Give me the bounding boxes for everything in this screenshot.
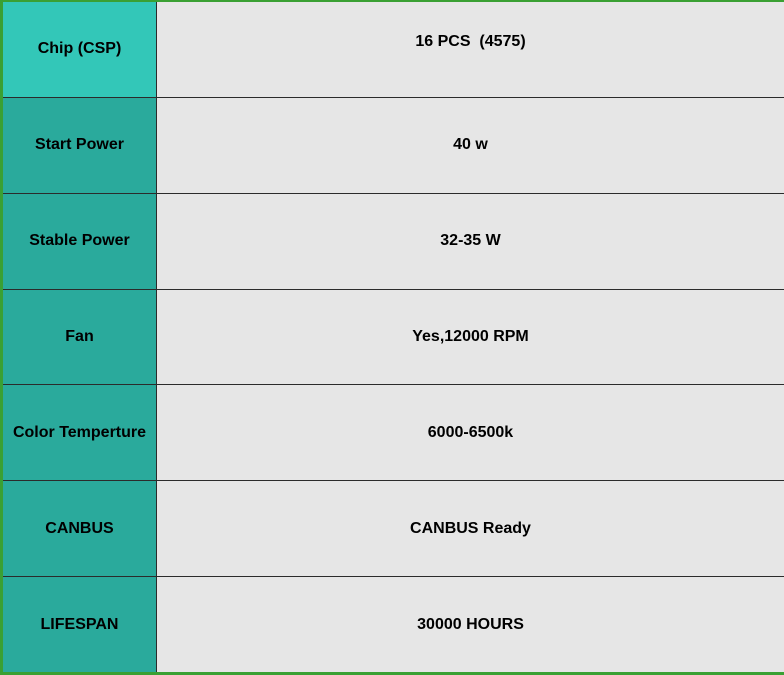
spec-value-stable-power: 32-35 W (157, 193, 784, 289)
spec-row-fan: Fan Yes,12000 RPM (3, 289, 784, 386)
spec-value-color-temperature: 6000-6500k (157, 385, 784, 481)
spec-label-stable-power: Stable Power (3, 193, 157, 289)
spec-label-start-power: Start Power (3, 97, 157, 193)
spec-label-fan: Fan (3, 289, 157, 385)
spec-row-stable-power: Stable Power 32-35 W (3, 193, 784, 290)
spec-row-start-power: Start Power 40 w (3, 97, 784, 194)
spec-value-lifespan: 30000 HOURS (157, 577, 784, 673)
spec-value-fan: Yes,12000 RPM (157, 289, 784, 385)
spec-label-color-temperature: Color Temperture (3, 385, 157, 481)
spec-value-chip: 16 PCS (4575) (157, 2, 784, 97)
spec-row-chip: Chip (CSP) 16 PCS (4575) (3, 2, 784, 98)
spec-table: Chip (CSP) 16 PCS (4575) Start Power 40 … (0, 0, 784, 675)
spec-label-canbus: CANBUS (3, 481, 157, 577)
spec-label-chip: Chip (CSP) (3, 2, 157, 97)
spec-row-canbus: CANBUS CANBUS Ready (3, 481, 784, 578)
spec-value-canbus: CANBUS Ready (157, 481, 784, 577)
spec-label-lifespan: LIFESPAN (3, 577, 157, 673)
spec-value-start-power: 40 w (157, 97, 784, 193)
spec-row-lifespan: LIFESPAN 30000 HOURS (3, 577, 784, 673)
spec-row-color-temperature: Color Temperture 6000-6500k (3, 385, 784, 482)
